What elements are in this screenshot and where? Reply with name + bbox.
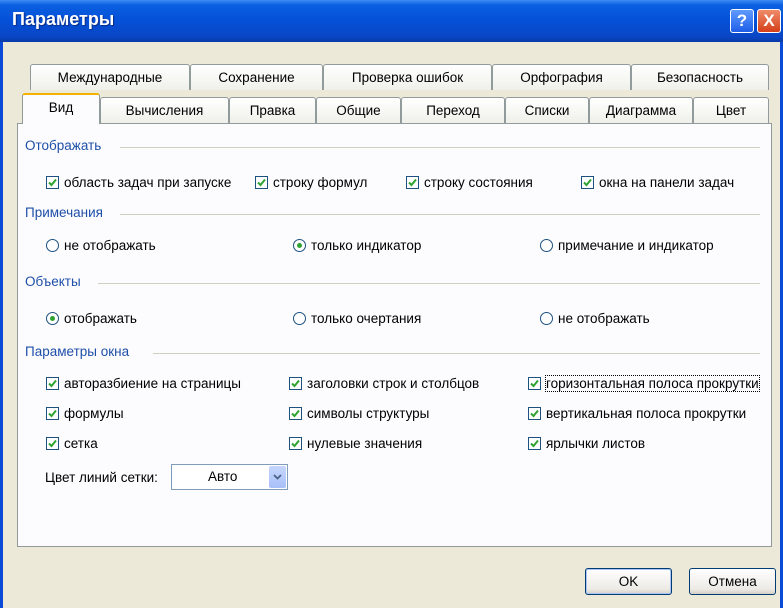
help-icon[interactable]: ? [730, 9, 754, 33]
chevron-down-icon[interactable] [269, 466, 286, 488]
option-formula-bar[interactable]: строку формул [255, 175, 367, 190]
options-dialog: Параметры ? X Международные Сохранение П… [0, 0, 783, 608]
option-status-bar[interactable]: строку состояния [406, 175, 533, 190]
tab-international[interactable]: Международные [30, 64, 190, 90]
option-label: область задач при запуске [64, 175, 232, 190]
option-label: горизонтальная полоса прокрутки [545, 375, 760, 392]
option-label: окна на панели задач [599, 175, 735, 190]
radio-objects-outline[interactable]: только очертания [293, 311, 421, 326]
checkbox-icon[interactable] [46, 407, 59, 420]
radio-icon[interactable] [46, 312, 59, 325]
tab-view[interactable]: Вид [22, 93, 100, 124]
checkbox-icon[interactable] [289, 407, 302, 420]
checkbox-icon[interactable] [581, 176, 594, 189]
option-windows-taskbar[interactable]: окна на панели задач [581, 175, 734, 190]
tab-general[interactable]: Общие [316, 97, 401, 123]
tab-strip: Международные Сохранение Проверка ошибок… [22, 64, 770, 124]
cancel-button[interactable]: Отмена [689, 568, 776, 595]
tab-calculation[interactable]: Вычисления [100, 97, 229, 123]
group-label-objects: Объекты [25, 274, 81, 289]
option-label: вертикальная полоса прокрутки [546, 406, 747, 421]
option-label: символы структуры [307, 406, 430, 421]
tab-security[interactable]: Безопасность [631, 64, 769, 90]
tab-error-checking[interactable]: Проверка ошибок [323, 64, 492, 90]
radio-icon[interactable] [46, 239, 59, 252]
checkbox-icon[interactable] [46, 176, 59, 189]
option-gridlines[interactable]: сетка [46, 436, 98, 451]
checkbox-icon[interactable] [528, 437, 541, 450]
option-label: авторазбиение на страницы [64, 376, 241, 391]
group-divider [120, 214, 760, 215]
radio-icon[interactable] [540, 239, 553, 252]
option-label: нулевые значения [307, 436, 423, 451]
option-label: формулы [64, 406, 124, 421]
title-bar[interactable]: Параметры ? X [0, 0, 783, 42]
radio-comments-none[interactable]: не отображать [46, 238, 156, 253]
checkbox-icon[interactable] [46, 437, 59, 450]
tab-color[interactable]: Цвет [693, 97, 769, 123]
view-tab-panel: Отображать область задач при запуске стр… [17, 123, 772, 547]
close-icon[interactable]: X [757, 9, 781, 33]
group-divider [120, 147, 760, 148]
group-divider [98, 283, 760, 284]
checkbox-icon[interactable] [289, 437, 302, 450]
option-vertical-scrollbar[interactable]: вертикальная полоса прокрутки [528, 406, 746, 421]
group-label-comments: Примечания [25, 205, 103, 220]
tab-spelling[interactable]: Орфография [492, 64, 631, 90]
option-label: строку состояния [424, 175, 533, 190]
tab-lists[interactable]: Списки [505, 97, 589, 123]
radio-comments-comment-and-indicator[interactable]: примечание и индикатор [540, 238, 714, 253]
gridline-color-select[interactable]: Авто [171, 464, 288, 490]
option-label: только очертания [311, 311, 422, 326]
checkbox-icon[interactable] [289, 377, 302, 390]
option-zero-values[interactable]: нулевые значения [289, 436, 422, 451]
radio-comments-indicator[interactable]: только индикатор [293, 238, 421, 253]
tab-chart[interactable]: Диаграмма [589, 97, 693, 123]
radio-icon[interactable] [540, 312, 553, 325]
option-label: заголовки строк и столбцов [307, 376, 480, 391]
option-label: сетка [64, 436, 98, 451]
checkbox-icon[interactable] [406, 176, 419, 189]
radio-objects-show[interactable]: отображать [46, 311, 137, 326]
option-formulas[interactable]: формулы [46, 406, 124, 421]
group-label-display: Отображать [25, 138, 102, 153]
option-horizontal-scrollbar[interactable]: горизонтальная полоса прокрутки [528, 375, 760, 392]
option-task-pane-startup[interactable]: область задач при запуске [46, 175, 231, 190]
option-label: не отображать [64, 238, 156, 253]
ok-button[interactable]: OK [585, 568, 672, 595]
radio-icon[interactable] [293, 239, 306, 252]
group-divider [153, 353, 760, 354]
radio-icon[interactable] [293, 312, 306, 325]
option-label: примечание и индикатор [558, 238, 714, 253]
dialog-title: Параметры [12, 9, 115, 29]
tab-save[interactable]: Сохранение [190, 64, 323, 90]
option-label: ярлычки листов [546, 436, 646, 451]
option-sheet-tabs[interactable]: ярлычки листов [528, 436, 645, 451]
option-label: только индикатор [311, 238, 422, 253]
option-row-col-headers[interactable]: заголовки строк и столбцов [289, 376, 479, 391]
option-page-breaks[interactable]: авторазбиение на страницы [46, 376, 241, 391]
gridline-color-value: Авто [208, 469, 238, 484]
group-label-window-options: Параметры окна [25, 344, 130, 359]
option-label: отображать [64, 311, 137, 326]
option-label: не отображать [558, 311, 650, 326]
tab-transition[interactable]: Переход [401, 97, 505, 123]
checkbox-icon[interactable] [255, 176, 268, 189]
gridline-color-label: Цвет линий сетки: [45, 470, 158, 485]
tab-edit[interactable]: Правка [229, 97, 316, 123]
option-label: строку формул [273, 175, 368, 190]
checkbox-icon[interactable] [528, 377, 541, 390]
checkbox-icon[interactable] [46, 377, 59, 390]
option-outline-symbols[interactable]: символы структуры [289, 406, 429, 421]
checkbox-icon[interactable] [528, 407, 541, 420]
radio-objects-hide[interactable]: не отображать [540, 311, 650, 326]
